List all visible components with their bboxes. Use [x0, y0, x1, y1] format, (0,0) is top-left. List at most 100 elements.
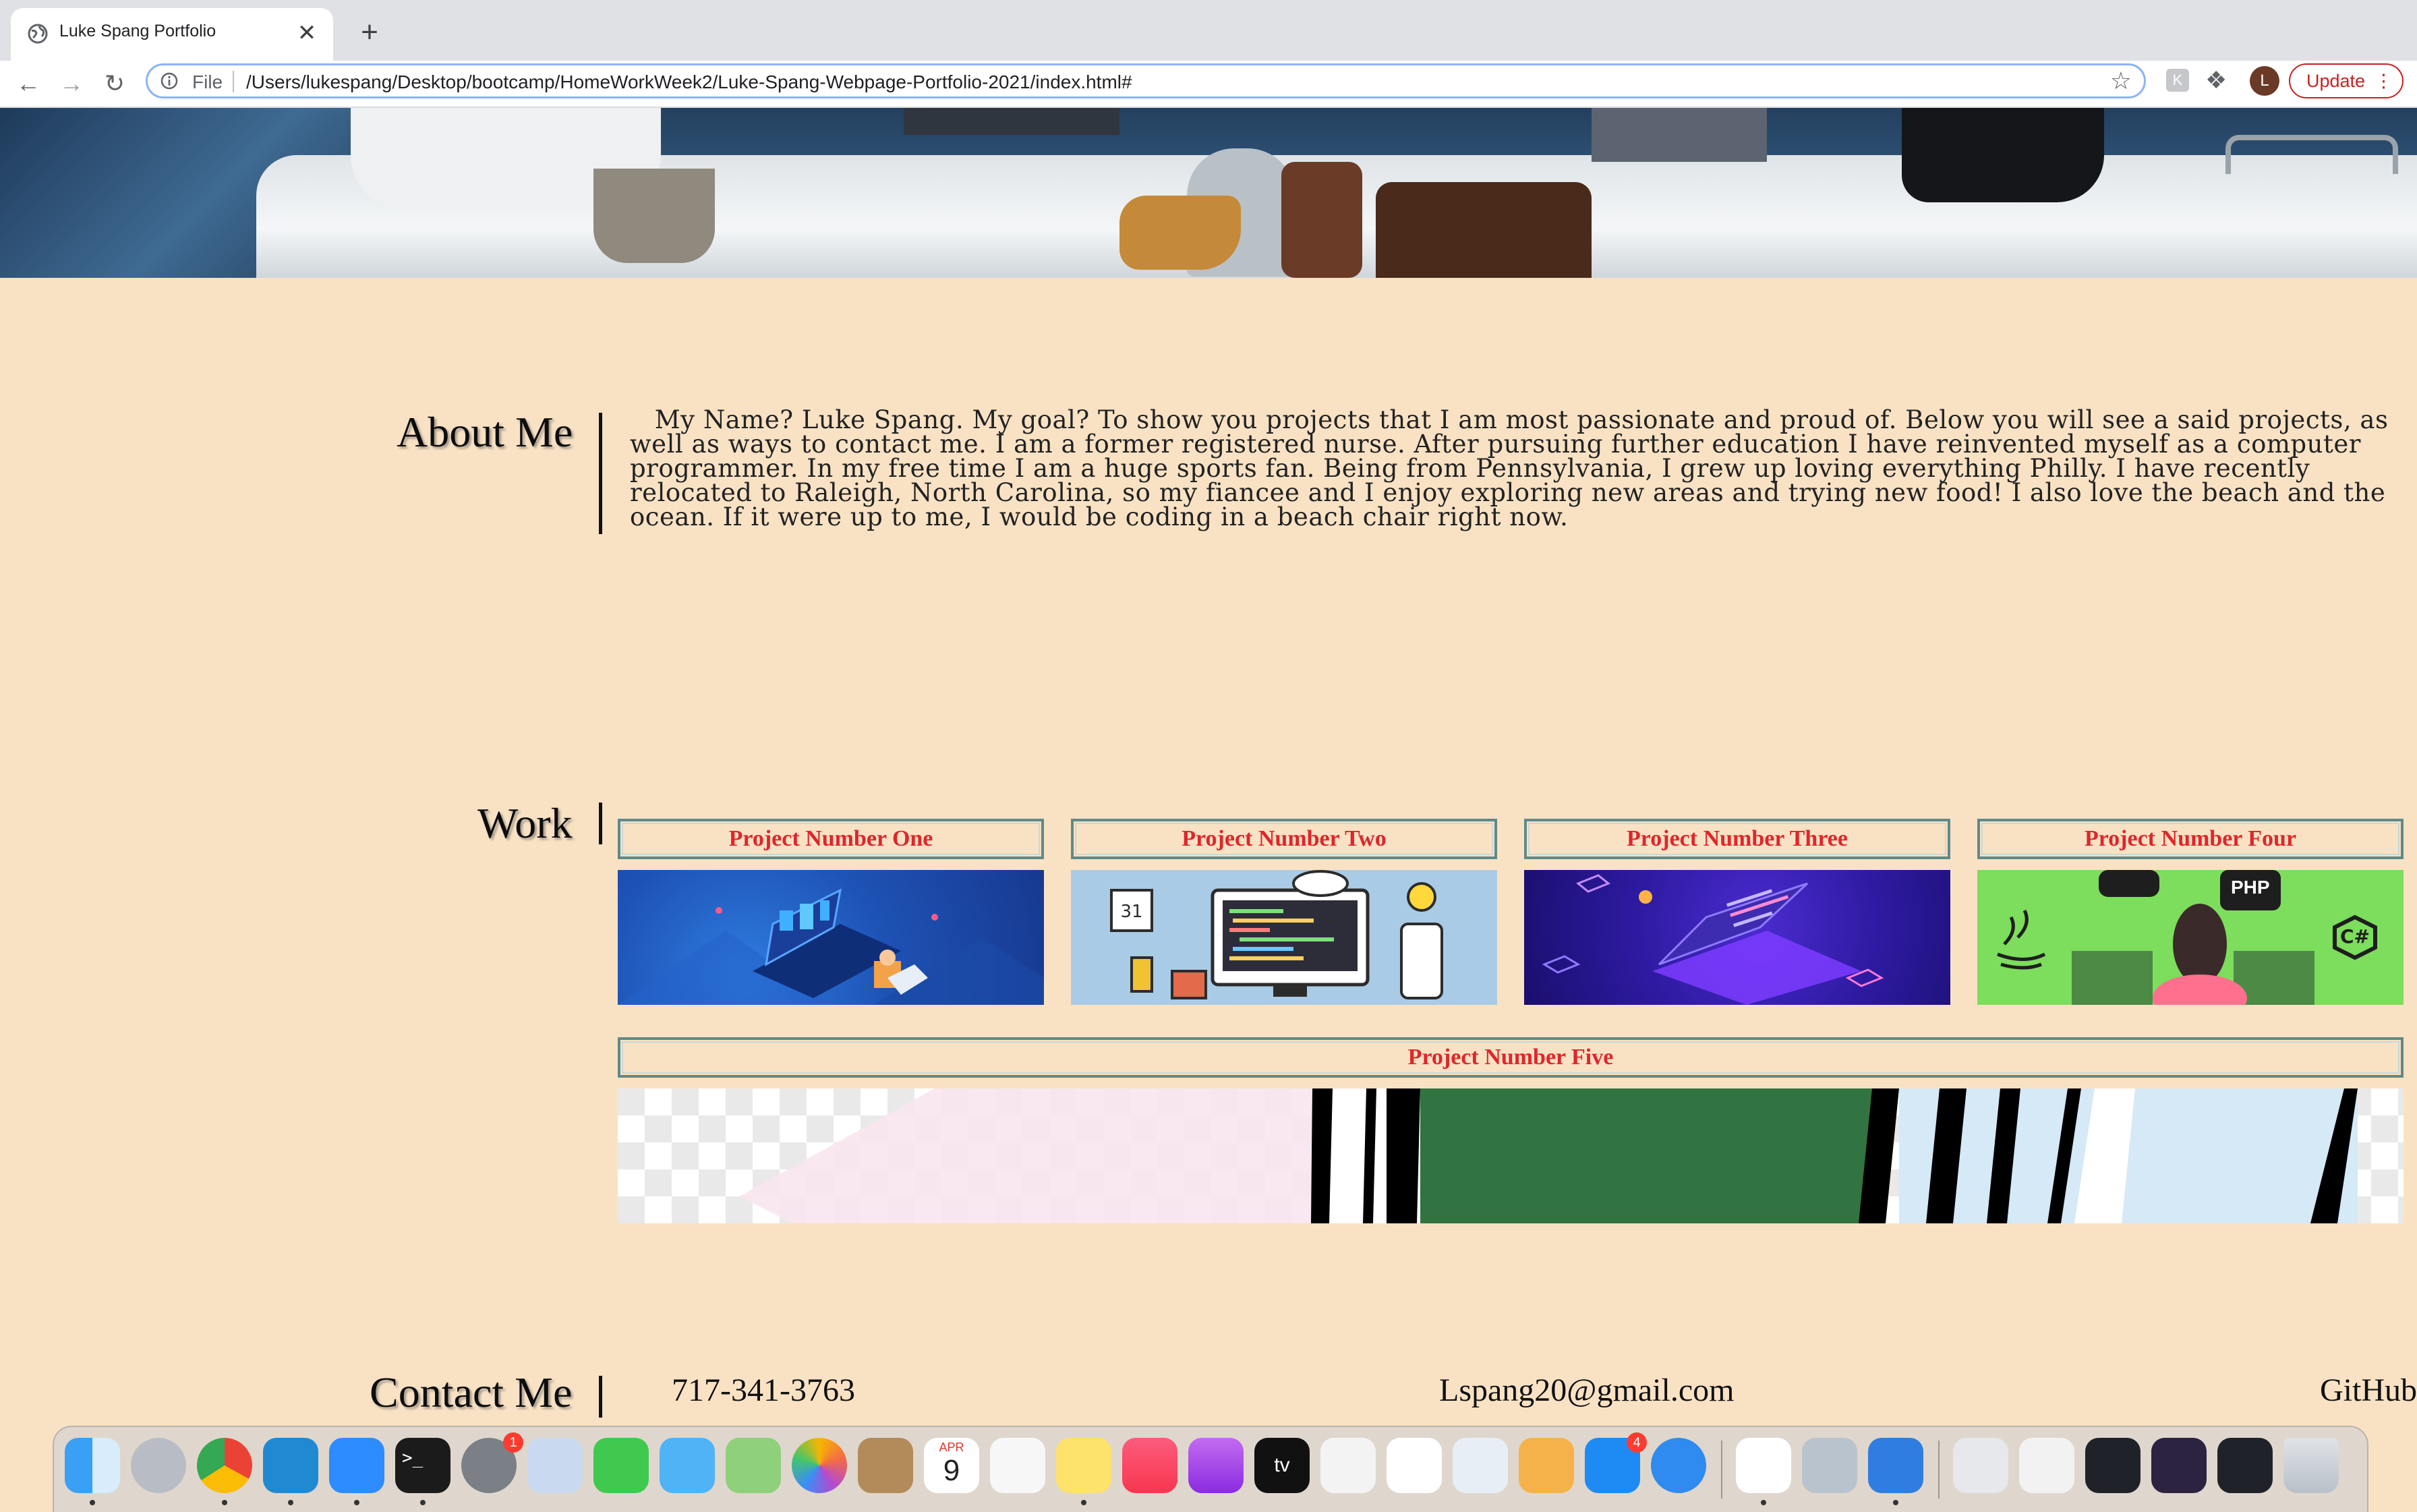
extension-icon[interactable]: K — [2166, 69, 2189, 92]
notes-icon[interactable] — [1056, 1438, 1111, 1493]
notification-badge: 4 — [1627, 1432, 1647, 1453]
running-indicator — [420, 1500, 426, 1505]
news-icon[interactable] — [1320, 1438, 1376, 1493]
profile-avatar[interactable]: L — [2250, 66, 2279, 96]
project-three-image[interactable] — [1524, 870, 1950, 1005]
person-legs — [904, 108, 1119, 135]
browser-toolbar: ← → ↻ File /Users/lukespang/Desktop/boot… — [0, 61, 2417, 108]
tab-title: Luke Spang Portfolio — [59, 22, 216, 40]
about-divider — [599, 413, 602, 534]
person-shorts — [593, 169, 715, 263]
update-button[interactable]: Update ⋮ — [2289, 63, 2404, 98]
project-one-image[interactable] — [618, 870, 1044, 1005]
running-indicator — [354, 1500, 359, 1505]
more-menu-icon[interactable]: ⋮ — [2375, 65, 2393, 97]
image-capture-icon[interactable] — [1802, 1438, 1857, 1493]
dock-separator — [1938, 1441, 1940, 1499]
numbers-icon[interactable] — [1387, 1438, 1442, 1493]
reload-icon[interactable]: ↻ — [96, 65, 134, 103]
work-heading: Work — [477, 799, 573, 847]
vscode-icon[interactable] — [263, 1438, 318, 1493]
slack-icon[interactable] — [1736, 1438, 1791, 1493]
notification-badge: 1 — [503, 1432, 523, 1453]
contact-phone[interactable]: 717-341-3763 — [672, 1372, 855, 1409]
calendar-icon[interactable]: APR 9 — [924, 1438, 979, 1493]
bookmark-star-icon[interactable]: ☆ — [2110, 67, 2132, 95]
purple-laptop-illustration — [1542, 874, 1884, 1005]
url-text[interactable]: /Users/lukespang/Desktop/bootcamp/HomeWo… — [246, 71, 1132, 93]
calendar-day: 9 — [943, 1454, 960, 1487]
facetime-icon[interactable] — [593, 1438, 649, 1493]
person-black-shorts — [1902, 108, 2104, 202]
php-label: PHP — [2231, 877, 2270, 898]
reminders-icon[interactable] — [990, 1438, 1045, 1493]
new-tab-button[interactable]: + — [351, 13, 388, 51]
hero-banner-photo — [0, 108, 2417, 278]
project-five-label[interactable]: Project Number Five — [618, 1037, 2404, 1078]
launchpad-icon[interactable] — [131, 1438, 186, 1493]
terminal-icon[interactable]: >_ — [395, 1438, 450, 1493]
person-standing — [1592, 108, 1767, 162]
contacts-icon[interactable] — [858, 1438, 913, 1493]
finder-icon[interactable] — [65, 1438, 120, 1493]
xcode-icon[interactable] — [1868, 1438, 1923, 1493]
minimized-window-thumbnail[interactable] — [1953, 1438, 2008, 1493]
safari-icon[interactable] — [1651, 1438, 1706, 1493]
zoom-icon[interactable] — [329, 1438, 384, 1493]
browser-tab[interactable]: Luke Spang Portfolio ✕ — [11, 8, 333, 61]
svg-text:31: 31 — [1120, 902, 1142, 922]
project-two-image[interactable]: 31 — [1071, 870, 1497, 1005]
running-indicator — [288, 1500, 293, 1505]
project-two-label[interactable]: Project Number Two — [1071, 819, 1497, 859]
photos-icon[interactable] — [792, 1438, 847, 1493]
puzzle-extensions-icon[interactable]: ❖ — [2205, 66, 2227, 94]
back-arrow-icon[interactable]: ← — [9, 65, 47, 103]
about-heading: About Me — [397, 408, 573, 456]
project-one-label[interactable]: Project Number One — [618, 819, 1044, 859]
info-icon[interactable] — [160, 71, 179, 90]
update-label: Update — [2306, 71, 2366, 91]
minimized-window-thumbnail[interactable] — [2151, 1438, 2207, 1493]
contact-email[interactable]: Lspang20@gmail.com — [1439, 1372, 1734, 1409]
minimized-window-thumbnail[interactable] — [2217, 1438, 2273, 1493]
project-four-image[interactable]: C# PHP — [1977, 870, 2404, 1005]
music-icon[interactable] — [1122, 1438, 1177, 1493]
contact-heading: Contact Me — [370, 1368, 573, 1416]
apple-tv-icon[interactable]: tv — [1254, 1438, 1310, 1493]
minimized-window-thumbnail[interactable] — [2019, 1438, 2074, 1493]
running-indicator — [1081, 1500, 1086, 1505]
boat-rail — [2225, 135, 2398, 174]
work-divider — [599, 803, 602, 844]
project-five-image[interactable] — [618, 1088, 2404, 1223]
running-indicator — [1761, 1500, 1766, 1505]
dock-separator — [1721, 1441, 1722, 1499]
project-four-label[interactable]: Project Number Four — [1977, 819, 2404, 859]
project-three-label[interactable]: Project Number Three — [1524, 819, 1950, 859]
forward-arrow-icon[interactable]: → — [53, 65, 90, 103]
abstract-stripes-image — [618, 1088, 2404, 1223]
address-bar[interactable]: File /Users/lukespang/Desktop/bootcamp/H… — [146, 63, 2146, 98]
contact-divider — [599, 1376, 602, 1418]
fighting-chair — [1281, 162, 1362, 278]
isometric-laptop-illustration — [618, 888, 1044, 1005]
podcasts-icon[interactable] — [1188, 1438, 1244, 1493]
trash-icon[interactable] — [2283, 1438, 2339, 1493]
close-tab-icon[interactable]: ✕ — [291, 18, 322, 49]
minimized-window-thumbnail[interactable] — [2085, 1438, 2141, 1493]
wooden-seat — [1376, 182, 1592, 278]
work-gloves — [1119, 196, 1241, 270]
keynote-icon[interactable] — [1453, 1438, 1508, 1493]
messages-icon[interactable] — [660, 1438, 715, 1493]
running-indicator — [90, 1500, 95, 1505]
about-paragraph: My Name? Luke Spang. My goal? To show yo… — [630, 405, 2410, 531]
pages-icon[interactable] — [1519, 1438, 1574, 1493]
preview-icon[interactable] — [527, 1438, 583, 1493]
contact-github-link[interactable]: GitHub — [2320, 1372, 2417, 1409]
maps-icon[interactable] — [726, 1438, 781, 1493]
developer-desk-illustration: 31 — [1110, 870, 1443, 999]
chrome-icon[interactable] — [197, 1438, 252, 1493]
macos-dock: >_ 1 APR 9 tv 4 — [53, 1426, 2368, 1512]
globe-icon — [28, 24, 48, 44]
about-text: My Name? Luke Spang. My goal? To show yo… — [630, 405, 2389, 531]
calendar-month: APR — [939, 1441, 964, 1454]
